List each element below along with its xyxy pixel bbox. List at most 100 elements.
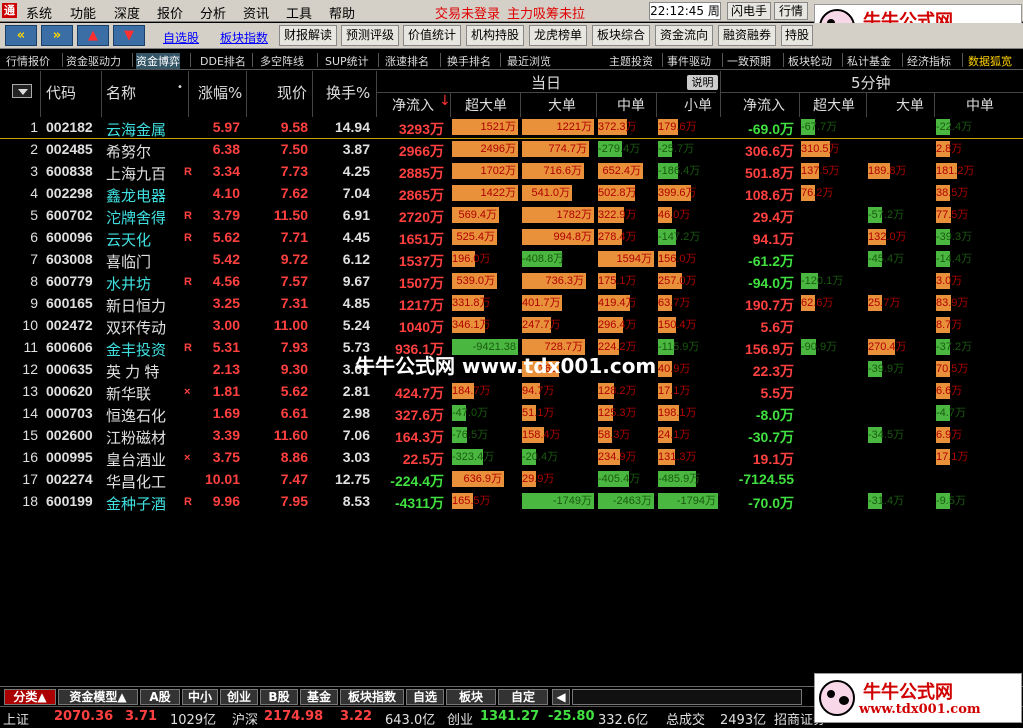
toolbar-btn-3[interactable]: 机构持股 [466, 25, 524, 46]
explain-button[interactable]: 说明 [687, 75, 718, 90]
stock-code[interactable]: 600838 [46, 163, 93, 179]
toolbar-btn-0[interactable]: 财报解读 [279, 25, 337, 46]
menu-depth[interactable]: 深度 [114, 3, 140, 22]
stock-code[interactable]: 000620 [46, 383, 93, 399]
tab-event[interactable]: 事件驱动 [667, 53, 711, 69]
stock-name[interactable]: 上海九百 [106, 163, 166, 184]
table-row[interactable]: 8 600779 水井坊 R 4.56 7.57 9.67 1507万 539.0万 736.3万… [0, 271, 1023, 293]
tab-fund-drive[interactable]: 资金驱动力 [66, 53, 121, 69]
tab-data[interactable]: 数据狐宽 [968, 53, 1012, 69]
col-large[interactable]: 大单 [548, 95, 576, 115]
toolbar-btn-7[interactable]: 融资融券 [718, 25, 776, 46]
stock-code[interactable]: 000635 [46, 361, 93, 377]
stock-name[interactable]: 双环传动 [106, 317, 166, 338]
scroll-left-icon[interactable]: ◀ [552, 689, 570, 705]
tab-econ-indicator[interactable]: 经济指标 [907, 53, 951, 69]
table-row[interactable]: 3 600838 上海九百 R 3.34 7.73 4.25 2885万 1702万 716.6万… [0, 161, 1023, 183]
table-row[interactable]: 7 603008 喜临门 5.42 9.72 6.12 1537万 196.0万 -408.8万… [0, 249, 1023, 271]
stock-code[interactable]: 002182 [46, 119, 93, 135]
stock-name[interactable]: 喜临门 [106, 251, 151, 272]
tab-recent[interactable]: 最近浏览 [507, 53, 551, 69]
ticker-hs-label[interactable]: 沪深 [232, 709, 258, 728]
col-turnover[interactable]: 换手% [326, 82, 370, 103]
toolbar-btn-1[interactable]: 预测评级 [341, 25, 399, 46]
stock-name[interactable]: 皇台酒业 [106, 449, 166, 470]
stock-code[interactable]: 600779 [46, 273, 93, 289]
table-row[interactable]: 9 600165 新日恒力 3.25 7.31 4.85 1217万 331.8万 401.7万… [0, 293, 1023, 315]
col-name[interactable]: 名称 [106, 82, 136, 103]
stock-name[interactable]: 云天化 [106, 229, 151, 250]
tab-fund-game[interactable]: 资金博弈 [136, 53, 180, 69]
menu-function[interactable]: 功能 [70, 3, 96, 22]
col-small[interactable]: 小单 [684, 95, 712, 115]
stock-name[interactable]: 金丰投资 [106, 339, 166, 360]
stab-fund[interactable]: 基金 [300, 689, 338, 705]
stock-code[interactable]: 002485 [46, 141, 93, 157]
toolbar-btn-8[interactable]: 持股 [781, 25, 813, 46]
menu-help[interactable]: 帮助 [329, 3, 355, 22]
toolbar-btn-4[interactable]: 龙虎榜单 [529, 25, 587, 46]
stock-name[interactable]: 新日恒力 [106, 295, 166, 316]
stock-name[interactable]: 新华联 [106, 383, 151, 404]
trade-status-alert[interactable]: 交易未登录 [435, 3, 500, 22]
stab-a-share[interactable]: A股 [140, 689, 180, 705]
stab-sme[interactable]: 中小 [182, 689, 218, 705]
ticker-cy-label[interactable]: 创业 [447, 709, 473, 728]
app-logo-icon[interactable]: 通 [2, 3, 17, 18]
stock-code[interactable]: 600096 [46, 229, 93, 245]
stock-name[interactable]: 华昌化工 [106, 471, 166, 492]
menu-tools[interactable]: 工具 [286, 3, 312, 22]
table-row[interactable]: 10 002472 双环传动 3.00 11.00 5.24 1040万 346.1万 247.… [0, 315, 1023, 337]
table-row[interactable]: 6 600096 云天化 R 5.62 7.71 4.45 1651万 525.4万 994.8万… [0, 227, 1023, 249]
toolbar-btn-6[interactable]: 资金流向 [655, 25, 713, 46]
table-row[interactable]: 1 002182 云海金属 5.97 9.58 14.94 3293万 1521万 1221万 3… [0, 117, 1023, 139]
up-arrow-icon[interactable]: ▲ [77, 25, 109, 46]
stab-fund-model[interactable]: 资金模型▲ [58, 689, 138, 705]
flash-trade-button[interactable]: 闪电手 [727, 2, 771, 20]
stock-code[interactable]: 002600 [46, 427, 93, 443]
stock-name[interactable]: 金种子酒 [106, 493, 166, 514]
tab-speed-rank[interactable]: 涨速排名 [385, 53, 429, 69]
stock-name[interactable]: 水井坊 [106, 273, 151, 294]
stock-code[interactable]: 600165 [46, 295, 93, 311]
table-row[interactable]: 4 002298 鑫龙电器 4.10 7.62 7.04 2865万 1422万 541.0万 5… [0, 183, 1023, 205]
table-row[interactable]: 17 002274 华昌化工 10.01 7.47 12.75 -224.4万 636.9万 2… [0, 469, 1023, 491]
stab-self[interactable]: 自选 [406, 689, 444, 705]
tab-private-fund[interactable]: 私计基金 [847, 53, 891, 69]
tab-dde-rank[interactable]: DDE排名 [200, 53, 246, 69]
table-row[interactable]: 2 002485 希努尔 6.38 7.50 3.87 2966万 2496万 774.7万 -2… [0, 139, 1023, 161]
tab-sup-stats[interactable]: SUP统计 [325, 53, 369, 69]
stab-sector[interactable]: 板块 [446, 689, 496, 705]
dropdown-icon[interactable] [12, 84, 32, 98]
quote-button[interactable]: 行情 [774, 2, 808, 20]
stab-b-share[interactable]: B股 [260, 689, 298, 705]
toolbar-btn-2[interactable]: 价值统计 [403, 25, 461, 46]
col-code[interactable]: 代码 [46, 82, 76, 103]
stab-sector-index[interactable]: 板块指数 [340, 689, 404, 705]
tab-consensus[interactable]: 一致预期 [727, 53, 771, 69]
table-row[interactable]: 13 000620 新华联 × 1.81 5.62 2.81 424.7万 184.7万 94.7… [0, 381, 1023, 403]
tab-long-short[interactable]: 多空阵线 [260, 53, 304, 69]
stock-code[interactable]: 603008 [46, 251, 93, 267]
table-row[interactable]: 14 000703 恒逸石化 1.69 6.61 2.98 327.6万 -47.0万 51.1… [0, 403, 1023, 425]
stock-name[interactable]: 希努尔 [106, 141, 151, 162]
stock-name[interactable]: 沱牌舍得 [106, 207, 166, 228]
stab-custom[interactable]: 自定 [498, 689, 548, 705]
col-change[interactable]: 涨幅% [198, 82, 242, 103]
self-selected-link[interactable]: 自选股 [163, 29, 199, 46]
menu-news[interactable]: 资讯 [243, 3, 269, 22]
col-large-5m[interactable]: 大单 [896, 95, 924, 115]
table-row[interactable]: 5 600702 沱牌舍得 R 3.79 11.50 6.91 2720万 569.4万 1782… [0, 205, 1023, 227]
col-super-large[interactable]: 超大单 [465, 95, 507, 115]
table-row[interactable]: 15 002600 江粉磁材 3.39 11.60 7.06 164.3万 -76.5万 158… [0, 425, 1023, 447]
back-double-icon[interactable]: « [5, 25, 37, 46]
toolbar-btn-5[interactable]: 板块综合 [592, 25, 650, 46]
stock-code[interactable]: 002274 [46, 471, 93, 487]
horizontal-scrollbar[interactable] [572, 689, 802, 705]
forward-double-icon[interactable]: » [41, 25, 73, 46]
stock-code[interactable]: 002298 [46, 185, 93, 201]
menu-analysis[interactable]: 分析 [200, 3, 226, 22]
stab-category[interactable]: 分类▲ [4, 689, 56, 705]
col-price[interactable]: 现价 [277, 82, 307, 103]
stock-code[interactable]: 600199 [46, 493, 93, 509]
